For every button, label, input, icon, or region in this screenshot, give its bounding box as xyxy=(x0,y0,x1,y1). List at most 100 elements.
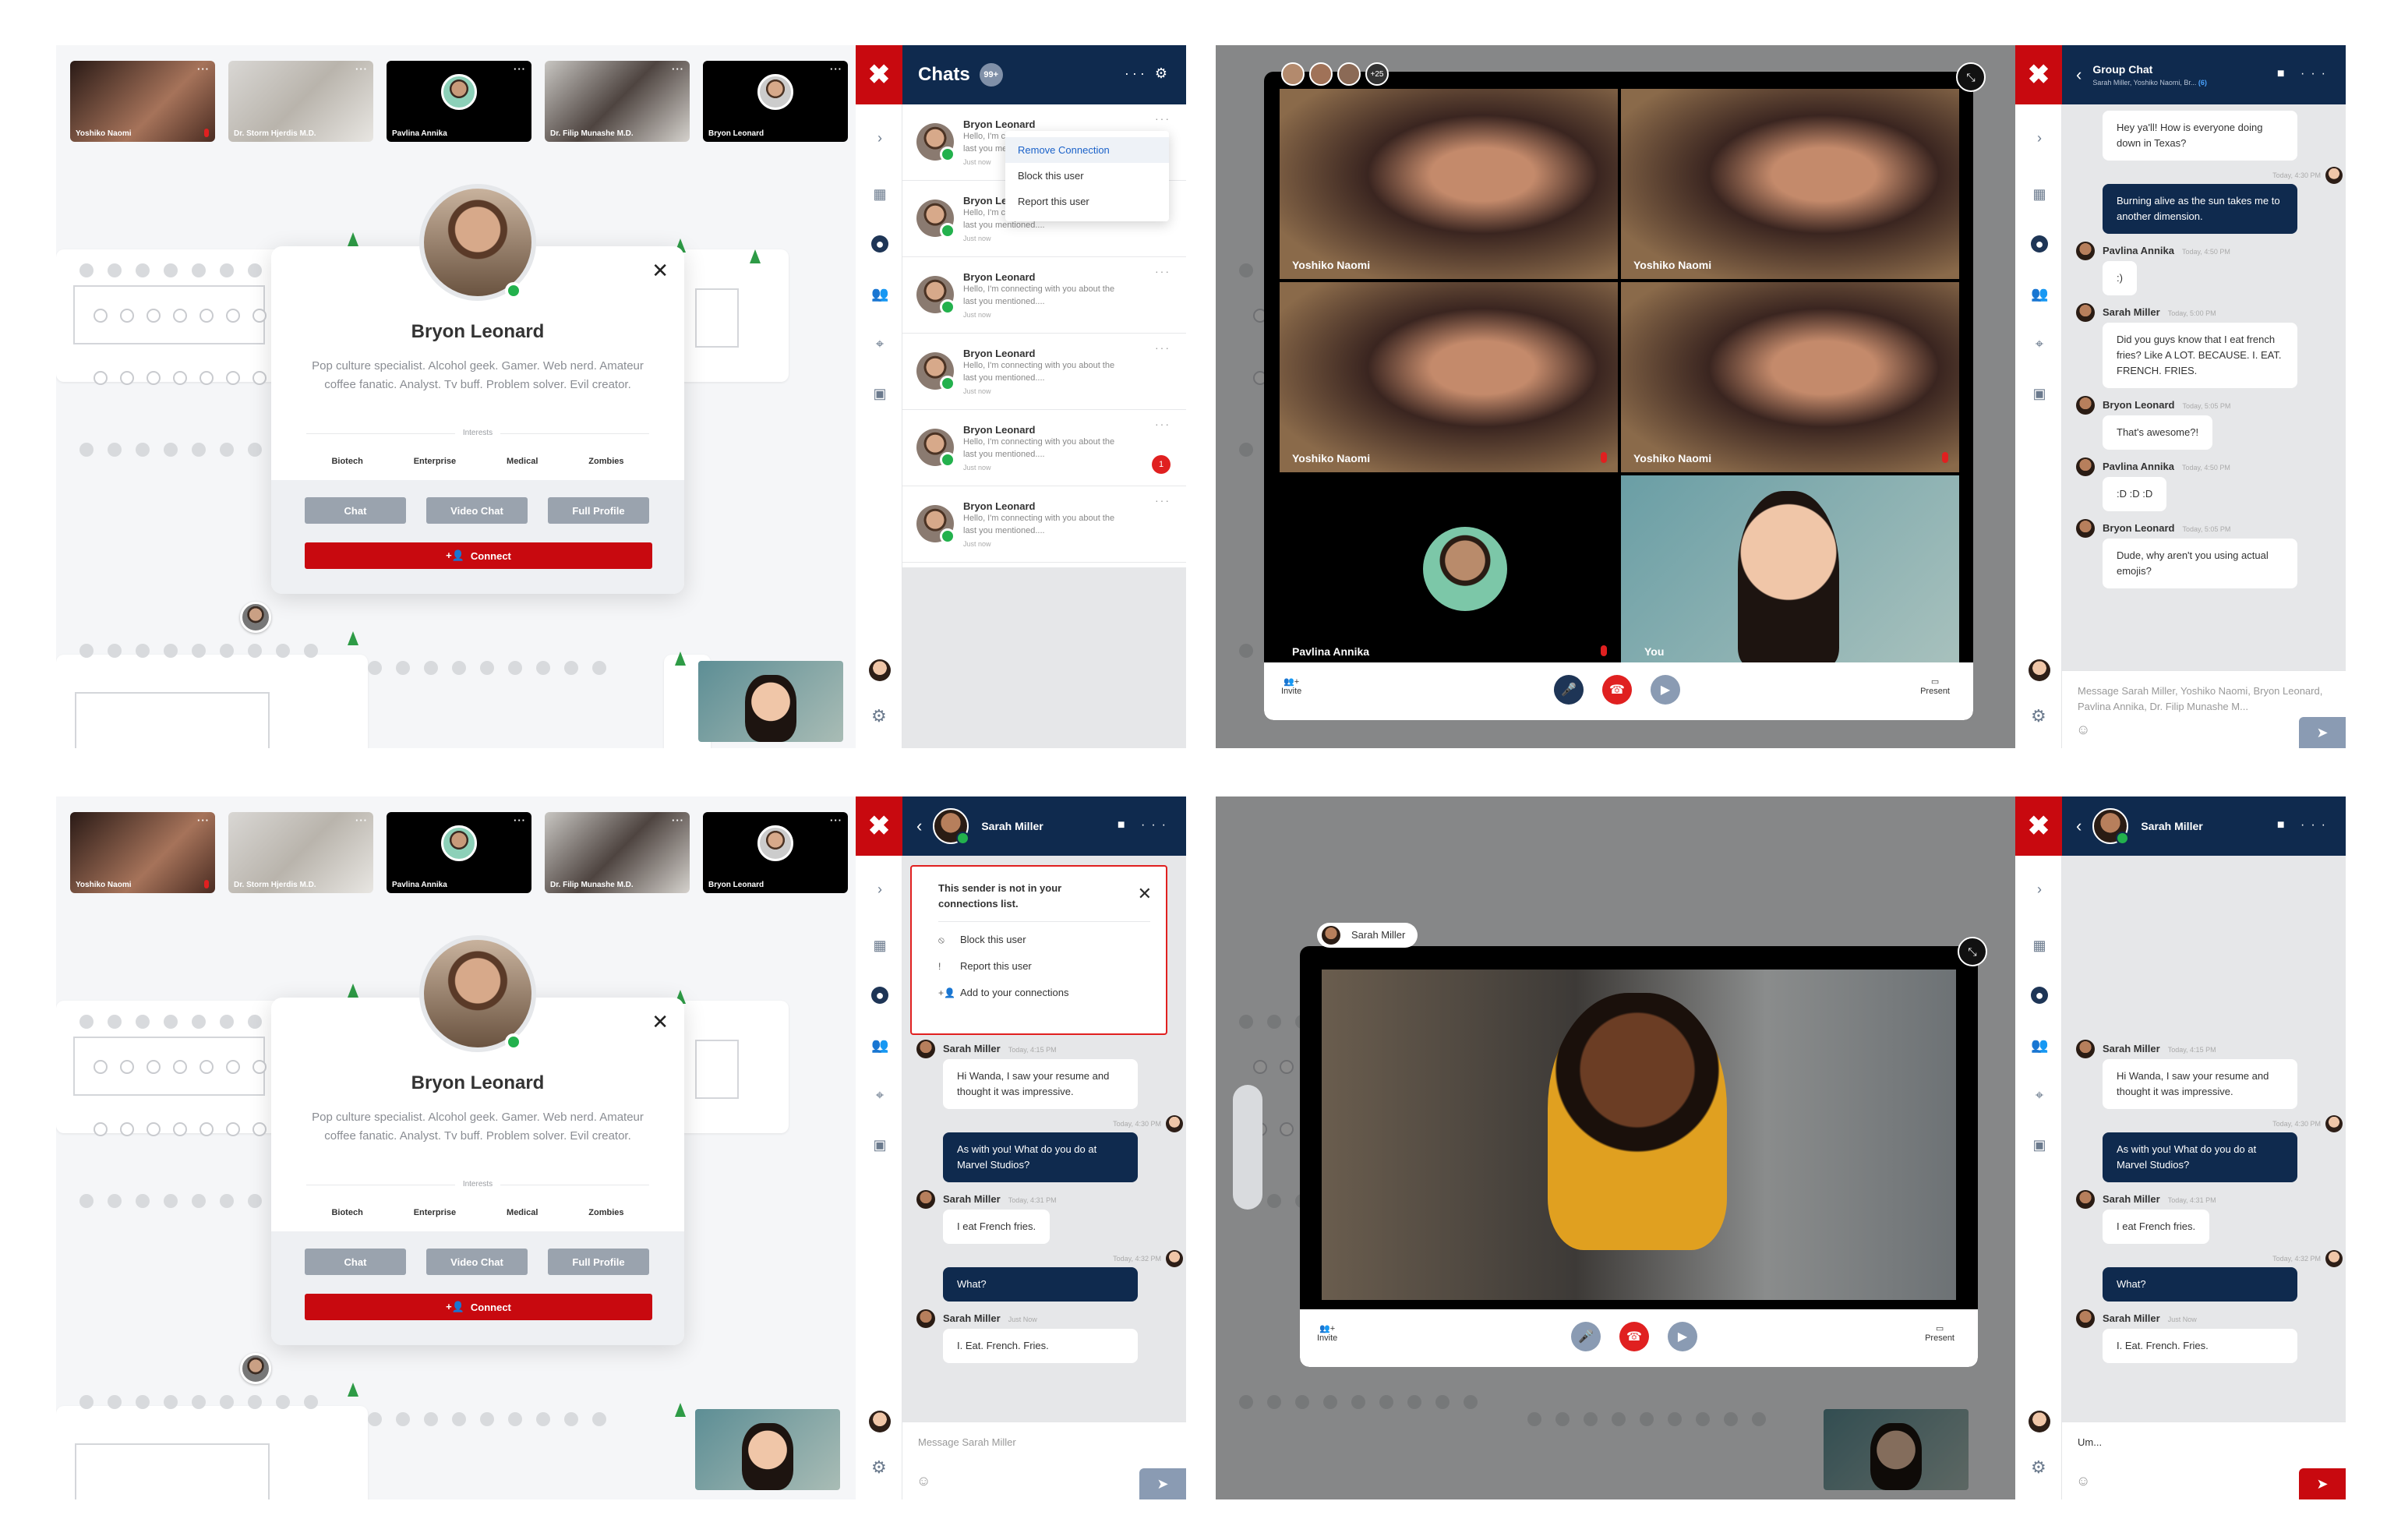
seat-dot[interactable] xyxy=(592,1412,606,1426)
seat-dot[interactable] xyxy=(220,1015,234,1029)
connect-button[interactable]: +👤 Connect xyxy=(305,1294,652,1320)
seat-dot[interactable] xyxy=(396,1412,410,1426)
seat-dot[interactable] xyxy=(164,644,178,658)
seat-dot[interactable] xyxy=(79,443,94,457)
seat-dot[interactable] xyxy=(1239,1015,1253,1029)
seat-dot[interactable] xyxy=(1239,443,1253,457)
chair-icon[interactable] xyxy=(147,1060,161,1074)
report-user-item[interactable]: Report this user xyxy=(1005,189,1169,214)
chat-button[interactable]: Chat xyxy=(305,1249,406,1275)
my-avatar[interactable] xyxy=(869,659,891,681)
seat-dot[interactable] xyxy=(248,443,262,457)
seat-dot[interactable] xyxy=(536,1412,550,1426)
seat-dot[interactable] xyxy=(164,1395,178,1409)
chat-icon[interactable]: ● xyxy=(871,235,888,253)
seat-dot[interactable] xyxy=(136,1015,150,1029)
seat-dot[interactable] xyxy=(1379,1395,1393,1409)
seat-dot[interactable] xyxy=(592,661,606,675)
seat-dot[interactable] xyxy=(1407,1395,1421,1409)
settings-icon[interactable]: ⚙ xyxy=(871,1457,887,1478)
back-icon[interactable]: ‹ xyxy=(2076,816,2082,836)
seat-dot[interactable] xyxy=(1752,1412,1766,1426)
chair-icon[interactable] xyxy=(252,309,267,323)
video-chat-button[interactable]: Video Chat xyxy=(426,497,528,524)
full-profile-button[interactable]: Full Profile xyxy=(548,497,649,524)
seat-dot[interactable] xyxy=(1612,1412,1626,1426)
chair-icon[interactable] xyxy=(252,1060,267,1074)
send-button[interactable]: ➤ xyxy=(2299,1468,2346,1499)
app-logo[interactable]: ✖ xyxy=(856,796,902,856)
seat-dot[interactable] xyxy=(220,263,234,277)
seat-dot[interactable] xyxy=(564,1412,578,1426)
participant-tile[interactable]: ··· Bryon Leonard xyxy=(703,812,848,893)
chair-icon[interactable] xyxy=(120,1122,134,1136)
seat-dot[interactable] xyxy=(396,661,410,675)
video-icon[interactable]: ■ ··· xyxy=(2277,67,2332,81)
seat-dot[interactable] xyxy=(108,263,122,277)
dashboard-icon[interactable]: ▦ xyxy=(871,185,888,203)
chair-icon[interactable] xyxy=(173,1060,187,1074)
chair-icon[interactable] xyxy=(147,371,161,385)
present-button[interactable]: ▭ Present xyxy=(1920,676,1950,696)
emoji-icon[interactable]: ☺ xyxy=(916,1473,930,1489)
seat-dot[interactable] xyxy=(452,1412,466,1426)
video-icon[interactable]: ■ ··· xyxy=(2277,818,2332,832)
people-icon[interactable]: 👥 xyxy=(2031,285,2048,302)
seat-dot[interactable] xyxy=(136,1395,150,1409)
seat-dot[interactable] xyxy=(248,1395,262,1409)
report-user-item[interactable]: Report this user xyxy=(938,953,1166,980)
send-button[interactable]: ➤ xyxy=(1139,1468,1186,1499)
message-input[interactable]: Um... ☺ ➤ xyxy=(2062,1422,2346,1499)
mic-toggle[interactable]: 🎤 xyxy=(1571,1322,1601,1351)
participant-tile[interactable]: ··· Pavlina Annika xyxy=(387,812,531,893)
seat-dot[interactable] xyxy=(192,1395,206,1409)
chair-icon[interactable] xyxy=(252,371,267,385)
seat-dot[interactable] xyxy=(536,661,550,675)
remove-connection-item[interactable]: Remove Connection xyxy=(1005,137,1169,163)
video-icon[interactable]: ■ ··· xyxy=(1118,818,1172,832)
seat-dot[interactable] xyxy=(79,1194,94,1208)
seat-dot[interactable] xyxy=(136,263,150,277)
seat-dot[interactable] xyxy=(136,644,150,658)
seat-dot[interactable] xyxy=(248,263,262,277)
seat-dot[interactable] xyxy=(508,661,522,675)
seat-dot[interactable] xyxy=(368,1412,382,1426)
more-icon[interactable]: ··· ⚙ xyxy=(1125,65,1171,82)
seat-dot[interactable] xyxy=(164,1194,178,1208)
settings-icon[interactable]: ⚙ xyxy=(871,706,887,726)
seat-dot[interactable] xyxy=(1323,1395,1337,1409)
seat-dot[interactable] xyxy=(79,1395,94,1409)
seat-dot[interactable] xyxy=(108,1015,122,1029)
seat-dot[interactable] xyxy=(164,443,178,457)
people-icon[interactable]: 👥 xyxy=(2031,1037,2048,1054)
participant-tile[interactable]: ··· Dr. Filip Munashe M.D. xyxy=(545,61,690,142)
dashboard-icon[interactable]: ▦ xyxy=(871,937,888,954)
seat-dot[interactable] xyxy=(79,1015,94,1029)
seat-dot[interactable] xyxy=(1724,1412,1738,1426)
attendee-avatar[interactable] xyxy=(240,602,271,633)
chair-icon[interactable] xyxy=(226,309,240,323)
seat-dot[interactable] xyxy=(220,1194,234,1208)
calendar-icon[interactable]: ▣ xyxy=(2031,1136,2048,1153)
seat-dot[interactable] xyxy=(424,661,438,675)
seat-dot[interactable] xyxy=(452,661,466,675)
message-input[interactable]: Message Sarah Miller ☺ ➤ xyxy=(902,1422,1186,1499)
seat-dot[interactable] xyxy=(136,443,150,457)
chat-list-item[interactable]: Bryon LeonardHello, I'm connecting with … xyxy=(902,486,1186,563)
chair-icon[interactable] xyxy=(1280,1060,1294,1074)
seat-dot[interactable] xyxy=(1239,644,1253,658)
chair-icon[interactable] xyxy=(94,1122,108,1136)
calendar-icon[interactable]: ▣ xyxy=(871,1136,888,1153)
seat-dot[interactable] xyxy=(480,1412,494,1426)
dashboard-icon[interactable]: ▦ xyxy=(2031,185,2048,203)
emoji-icon[interactable]: ☺ xyxy=(2076,722,2090,737)
seat-dot[interactable] xyxy=(1555,1412,1570,1426)
back-icon[interactable]: ‹ xyxy=(2076,65,2082,85)
participant-tile[interactable]: ··· Dr. Storm Hjerdis M.D. xyxy=(228,812,373,893)
chat-icon[interactable]: ● xyxy=(871,987,888,1004)
chair-icon[interactable] xyxy=(226,1060,240,1074)
seat-dot[interactable] xyxy=(1464,1395,1478,1409)
emoji-icon[interactable]: ☺ xyxy=(2076,1473,2090,1489)
seat-dot[interactable] xyxy=(1640,1412,1654,1426)
calendar-icon[interactable]: ▣ xyxy=(2031,385,2048,402)
